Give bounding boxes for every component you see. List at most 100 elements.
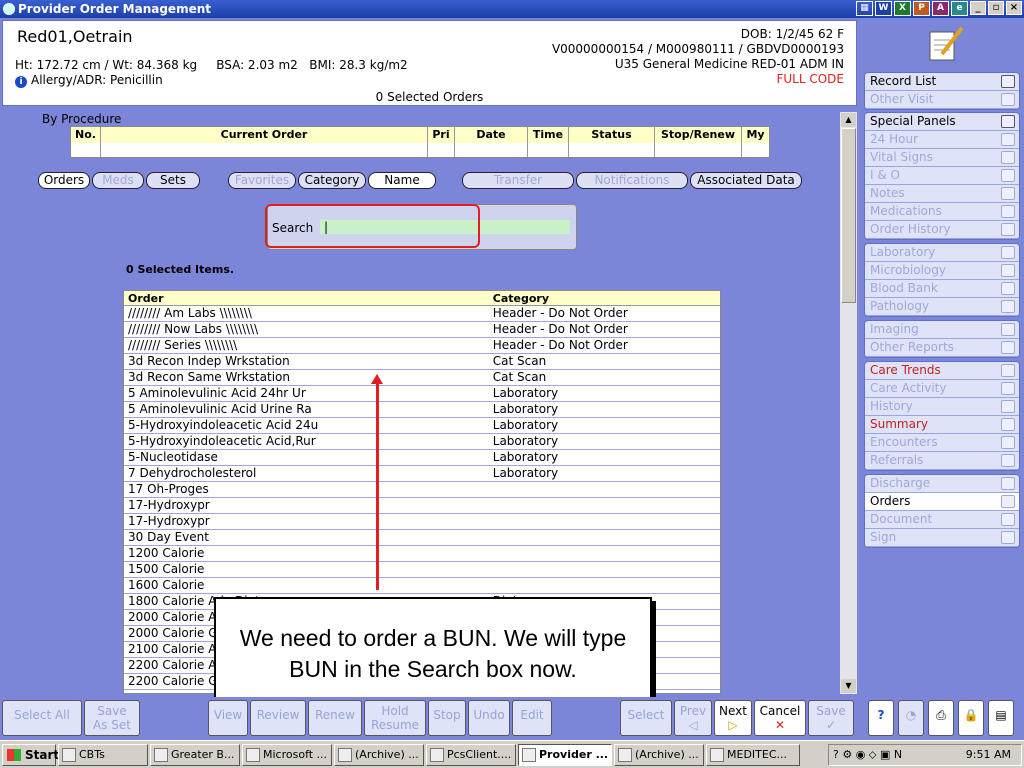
list-item[interactable]: 5-Hydroxyindoleacetic Acid,Rur Laboratory — [124, 434, 720, 450]
list-item[interactable]: 1500 Calorie — [124, 562, 720, 578]
col-status[interactable]: Status — [569, 127, 655, 143]
tab-orders[interactable]: Orders — [38, 172, 90, 189]
access-icon[interactable]: A — [932, 1, 949, 16]
sidebar-item-microbiology[interactable]: Microbiology — [865, 262, 1019, 280]
list-item[interactable]: 3d Recon Indep Wrkstation Cat Scan — [124, 354, 720, 370]
sidebar-item-laboratory[interactable]: Laboratory — [865, 244, 1019, 262]
list-item[interactable]: //////// Now Labs \\\\\\\\ Header - Do No… — [124, 322, 720, 338]
tray-icons[interactable]: ? ⚙ ◉ ⬦ ▣ N — [833, 745, 902, 765]
message-icon[interactable]: ▤ — [988, 700, 1014, 736]
taskbar-item[interactable]: Greater B... — [150, 744, 240, 766]
taskbar-item[interactable]: PcsClient.... — [426, 744, 516, 766]
sidebar-item-vital-signs[interactable]: Vital Signs — [865, 149, 1019, 167]
scroll-down-arrow[interactable]: ▼ — [841, 679, 856, 693]
list-item[interactable]: 17-Hydroxypr — [124, 498, 720, 514]
info-icon[interactable]: i — [15, 76, 27, 88]
help-button[interactable]: ? — [868, 700, 894, 736]
sidebar-item-orders[interactable]: Orders — [865, 493, 1019, 511]
print-icon[interactable]: ⎙ — [928, 700, 954, 736]
sidebar-item-blood-bank[interactable]: Blood Bank — [865, 280, 1019, 298]
hold-resume-button[interactable]: Hold Resume — [364, 700, 426, 736]
list-item[interactable]: 17 Oh-Proges — [124, 482, 720, 498]
next-button[interactable]: Next ▷ — [714, 700, 752, 736]
list-item[interactable]: 5 Aminolevulinic Acid Urine Ra Laboratory — [124, 402, 720, 418]
tab-favorites[interactable]: Favorites — [228, 172, 296, 189]
tab-category[interactable]: Category — [298, 172, 366, 189]
select-button[interactable]: Select — [620, 700, 672, 736]
sidebar-item-document[interactable]: Document — [865, 511, 1019, 529]
restore-button[interactable]: ▫ — [988, 1, 1004, 15]
tab-name[interactable]: Name — [368, 172, 436, 189]
sidebar-item-order-history[interactable]: Order History — [865, 221, 1019, 239]
close-button[interactable]: × — [1006, 1, 1022, 15]
sidebar-item-summary[interactable]: Summary — [865, 416, 1019, 434]
sidebar-item-sign[interactable]: Sign — [865, 529, 1019, 547]
list-item[interactable]: 3d Recon Same Wrkstation Cat Scan — [124, 370, 720, 386]
sidebar-item-i-o[interactable]: I & O — [865, 167, 1019, 185]
stop-button[interactable]: Stop — [428, 700, 466, 736]
select-all-button[interactable]: Select All — [2, 700, 82, 736]
tab-sets[interactable]: Sets — [146, 172, 200, 189]
word-icon[interactable]: W — [875, 1, 892, 16]
transfer-button[interactable]: Transfer — [462, 172, 574, 189]
list-item[interactable]: 1600 Calorie — [124, 578, 720, 594]
sidebar-item-pathology[interactable]: Pathology — [865, 298, 1019, 316]
sidebar-item-medications[interactable]: Medications — [865, 203, 1019, 221]
sidebar-item-encounters[interactable]: Encounters — [865, 434, 1019, 452]
col-my[interactable]: My — [742, 127, 769, 143]
sidebar-item-other-reports[interactable]: Other Reports — [865, 339, 1019, 357]
scroll-thumb[interactable] — [841, 128, 856, 303]
undo-button[interactable]: Undo — [468, 700, 510, 736]
list-item[interactable]: 5-Hydroxyindoleacetic Acid 24u Laboratory — [124, 418, 720, 434]
list-item[interactable]: //////// Series \\\\\\\\ Header - Do Not … — [124, 338, 720, 354]
col-no[interactable]: No. — [71, 127, 101, 143]
col-time[interactable]: Time — [528, 127, 569, 143]
start-button[interactable]: Start — [2, 744, 59, 766]
taskbar-item[interactable]: MEDITEC... — [706, 744, 800, 766]
prev-button[interactable]: Prev ◁ — [674, 700, 712, 736]
sidebar-item-special-panels[interactable]: Special Panels — [865, 113, 1019, 131]
minimize-button[interactable]: _ — [970, 1, 986, 15]
sidebar-item-referrals[interactable]: Referrals — [865, 452, 1019, 470]
review-button[interactable]: Review — [250, 700, 306, 736]
taskbar-item[interactable]: Provider ... — [518, 744, 612, 766]
vertical-scrollbar[interactable]: ▲ ▼ — [840, 112, 857, 694]
cancel-button[interactable]: Cancel ✕ — [754, 700, 806, 736]
col-order[interactable]: Order — [124, 291, 493, 305]
list-item[interactable]: //////// Am Labs \\\\\\\\ Header - Do Not… — [124, 306, 720, 322]
scroll-up-arrow[interactable]: ▲ — [841, 113, 856, 127]
sidebar-item-discharge[interactable]: Discharge — [865, 475, 1019, 493]
view-button[interactable]: View — [208, 700, 248, 736]
list-item[interactable]: 5 Aminolevulinic Acid 24hr Ur Laboratory — [124, 386, 720, 402]
sidebar-item-care-activity[interactable]: Care Activity — [865, 380, 1019, 398]
sidebar-item-24-hour[interactable]: 24 Hour — [865, 131, 1019, 149]
taskbar-item[interactable]: (Archive) ... — [614, 744, 704, 766]
tab-meds[interactable]: Meds — [92, 172, 144, 189]
col-current-order[interactable]: Current Order — [101, 127, 428, 143]
col-pri[interactable]: Pri — [428, 127, 455, 143]
sidebar-item-care-trends[interactable]: Care Trends — [865, 362, 1019, 380]
list-item[interactable]: 7 Dehydrocholesterol Laboratory — [124, 466, 720, 482]
col-stop-renew[interactable]: Stop/Renew — [655, 127, 742, 143]
list-item[interactable]: 5-Nucleotidase Laboratory — [124, 450, 720, 466]
list-item[interactable]: 30 Day Event — [124, 530, 720, 546]
powerpoint-icon[interactable]: P — [913, 1, 930, 16]
sidebar-item-history[interactable]: History — [865, 398, 1019, 416]
renew-button[interactable]: Renew — [308, 700, 362, 736]
col-date[interactable]: Date — [455, 127, 528, 143]
list-item[interactable]: 17-Hydroxypr — [124, 514, 720, 530]
edit-button[interactable]: Edit — [512, 700, 552, 736]
sidebar-item-other-visit[interactable]: Other Visit — [865, 91, 1019, 109]
notifications-button[interactable]: Notifications — [576, 172, 688, 189]
taskbar-item[interactable]: Microsoft ... — [242, 744, 332, 766]
taskbar-item[interactable]: (Archive) ... — [334, 744, 424, 766]
sidebar-item-record-list[interactable]: Record List — [865, 73, 1019, 91]
taskbar-item[interactable]: CBTs — [58, 744, 148, 766]
sidebar-item-imaging[interactable]: Imaging — [865, 321, 1019, 339]
app-switch-icon[interactable]: ▦ — [856, 1, 873, 16]
list-item[interactable]: 1200 Calorie — [124, 546, 720, 562]
save-as-set-button[interactable]: Save As Set — [84, 700, 140, 736]
col-category[interactable]: Category — [493, 291, 720, 305]
excel-icon[interactable]: X — [894, 1, 911, 16]
network-icon[interactable]: ◔ — [898, 700, 924, 736]
